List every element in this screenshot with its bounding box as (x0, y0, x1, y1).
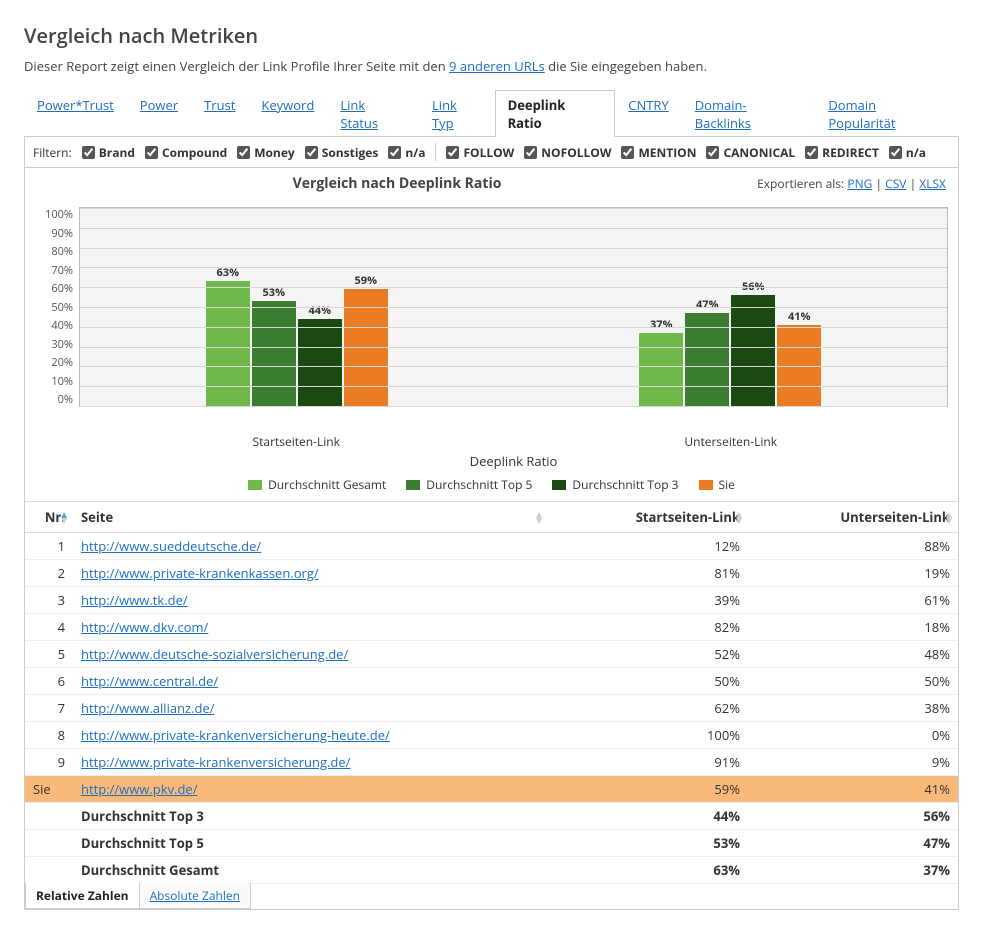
tab-domain-popularit-t[interactable]: Domain Popularität (815, 90, 959, 137)
filter-n/a[interactable]: n/a (889, 144, 926, 161)
view-tab-absolute-zahlen[interactable]: Absolute Zahlen (140, 883, 251, 909)
filter-checkbox[interactable] (82, 146, 95, 159)
chart: Vergleich nach Deeplink Ratio Exportiere… (25, 168, 958, 501)
table-row: 7http://www.allianz.de/62%38% (25, 695, 958, 722)
y-axis: 100%90%80%70%60%50%40%30%20%10%0% (35, 193, 79, 433)
x-axis-categories: Startseiten-LinkUnterseiten-Link (35, 433, 948, 450)
col-start[interactable]: Startseiten-Link▲▼ (548, 502, 748, 533)
filter-brand[interactable]: Brand (82, 144, 135, 161)
legend-item: Durchschnitt Gesamt (248, 476, 386, 493)
table-row: 5http://www.deutsche-sozialversicherung.… (25, 641, 958, 668)
table-row: 1http://www.sueddeutsche.de/12%88% (25, 533, 958, 560)
filter-checkbox[interactable] (524, 146, 537, 159)
legend-item: Sie (699, 476, 735, 493)
table-row: 9http://www.private-krankenversicherung.… (25, 749, 958, 776)
bar-durchschnitt-gesamt: 37% (639, 333, 683, 406)
table-row-summary: Durchschnitt Top 344%56% (25, 803, 958, 830)
table-row-highlight: Siehttp://www.pkv.de/59%41% (25, 776, 958, 803)
table-row: 2http://www.private-krankenkassen.org/81… (25, 560, 958, 587)
col-unter[interactable]: Unterseiten-Link▲▼ (748, 502, 958, 533)
table-row: 6http://www.central.de/50%50% (25, 668, 958, 695)
col-nr[interactable]: Nr. ▲▼ (25, 502, 73, 533)
filter-checkbox[interactable] (237, 146, 250, 159)
url-link[interactable]: http://www.private-krankenversicherung-h… (81, 726, 390, 744)
bar-durchschnitt-gesamt: 63% (206, 281, 250, 406)
filter-checkbox[interactable] (889, 146, 902, 159)
filter-checkbox[interactable] (305, 146, 318, 159)
filter-divider (435, 143, 436, 161)
filter-redirect[interactable]: REDIRECT (805, 144, 879, 161)
table-row-summary: Durchschnitt Gesamt63%37% (25, 857, 958, 884)
metric-tabs: Power*TrustPowerTrustKeywordLink StatusL… (24, 89, 959, 137)
url-link[interactable]: http://www.sueddeutsche.de/ (81, 537, 261, 555)
view-tabs: Relative ZahlenAbsolute Zahlen (25, 883, 958, 909)
chart-legend: Durchschnitt Gesamt Durchschnitt Top 5 Dur… (35, 470, 948, 495)
legend-item: Durchschnitt Top 3 (552, 476, 678, 493)
url-link[interactable]: http://www.central.de/ (81, 672, 218, 690)
tab-trust[interactable]: Trust (191, 90, 248, 137)
tab-power-trust[interactable]: Power*Trust (24, 90, 127, 137)
filter-compound[interactable]: Compound (145, 144, 227, 161)
x-axis-label: Deeplink Ratio (35, 452, 948, 470)
page-subtitle: Dieser Report zeigt einen Vergleich der … (24, 57, 959, 75)
filter-canonical[interactable]: CANONICAL (706, 144, 795, 161)
bar-durchschnitt-top-5: 53% (252, 301, 296, 406)
filter-money[interactable]: Money (237, 144, 295, 161)
tab-keyword[interactable]: Keyword (248, 90, 327, 137)
filter-mention[interactable]: MENTION (621, 144, 696, 161)
filter-checkbox[interactable] (706, 146, 719, 159)
tab-power[interactable]: Power (127, 90, 191, 137)
filter-checkbox[interactable] (388, 146, 401, 159)
filter-checkbox[interactable] (805, 146, 818, 159)
export-csv[interactable]: CSV (885, 175, 906, 192)
filter-checkbox[interactable] (145, 146, 158, 159)
x-category: Unterseiten-Link (514, 433, 949, 450)
other-urls-link[interactable]: 9 anderen URLs (449, 57, 545, 75)
bar-durchschnitt-top-3: 44% (298, 319, 342, 406)
tab-cntry[interactable]: CNTRY (615, 90, 681, 137)
table-row: 8http://www.private-krankenversicherung-… (25, 722, 958, 749)
tab-deeplink-ratio[interactable]: Deeplink Ratio (495, 90, 616, 137)
filter-bar: Filtern: BrandCompoundMoneySonstigesn/a … (25, 137, 958, 168)
filter-label: Filtern: (33, 144, 72, 161)
table-row-summary: Durchschnitt Top 553%47% (25, 830, 958, 857)
url-link[interactable]: http://www.tk.de/ (81, 591, 188, 609)
col-seite[interactable]: Seite▲▼ (73, 502, 548, 533)
url-link[interactable]: http://www.pkv.de/ (81, 780, 198, 798)
filter-nofollow[interactable]: NOFOLLOW (524, 144, 611, 161)
plot-area: 63%53%44%59%37%47%56%41% (79, 207, 948, 407)
filter-follow[interactable]: FOLLOW (446, 144, 514, 161)
bar-durchschnitt-top-3: 56% (731, 295, 775, 406)
export-options: Exportieren als: PNG | CSV | XLSX (757, 175, 946, 192)
filter-n/a[interactable]: n/a (388, 144, 425, 161)
page-title: Vergleich nach Metriken (24, 22, 959, 49)
panel: Filtern: BrandCompoundMoneySonstigesn/a … (24, 137, 959, 910)
url-link[interactable]: http://www.private-krankenkassen.org/ (81, 564, 319, 582)
view-tab-relative-zahlen[interactable]: Relative Zahlen (25, 883, 140, 909)
url-link[interactable]: http://www.private-krankenversicherung.d… (81, 753, 350, 771)
tab-domain-backlinks[interactable]: Domain-Backlinks (682, 90, 816, 137)
url-link[interactable]: http://www.allianz.de/ (81, 699, 215, 717)
x-category: Startseiten-Link (79, 433, 514, 450)
url-link[interactable]: http://www.dkv.com/ (81, 618, 208, 636)
url-link[interactable]: http://www.deutsche-sozialversicherung.d… (81, 645, 348, 663)
filter-checkbox[interactable] (621, 146, 634, 159)
export-png[interactable]: PNG (847, 175, 872, 192)
filter-sonstiges[interactable]: Sonstiges (305, 144, 379, 161)
data-table: Nr. ▲▼ Seite▲▼ Startseiten-Link▲▼ Unters… (25, 501, 958, 884)
table-row: 3http://www.tk.de/39%61% (25, 587, 958, 614)
table-row: 4http://www.dkv.com/82%18% (25, 614, 958, 641)
tab-link-typ[interactable]: Link Typ (419, 90, 495, 137)
chart-title: Vergleich nach Deeplink Ratio (37, 174, 757, 193)
filter-checkbox[interactable] (446, 146, 459, 159)
export-xlsx[interactable]: XLSX (919, 175, 946, 192)
tab-link-status[interactable]: Link Status (327, 90, 419, 137)
legend-item: Durchschnitt Top 5 (406, 476, 532, 493)
